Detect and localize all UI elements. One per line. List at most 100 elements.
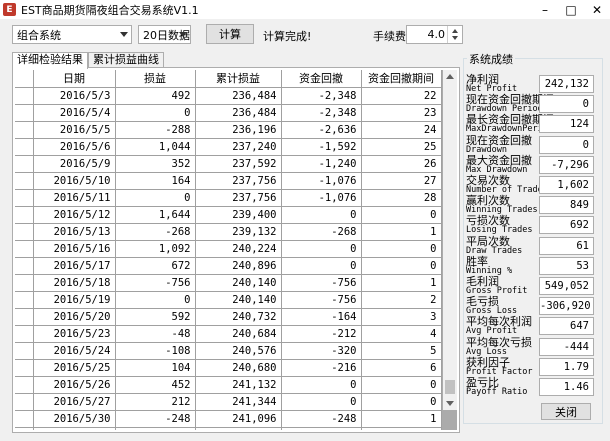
cell-dd-period[interactable]: 22 — [361, 87, 442, 105]
cell-date[interactable]: 2016/5/24 — [33, 342, 116, 360]
cell-drawdown[interactable]: 0 — [281, 393, 362, 411]
table-row[interactable]: 2016/5/30 -248 241,096 -248 1 — [15, 410, 442, 428]
cell-dd-period[interactable]: 26 — [361, 155, 442, 173]
cell-drawdown[interactable]: -2,348 — [281, 104, 362, 122]
cell-dd-period[interactable]: 1 — [361, 223, 442, 241]
cell-cum-pnl[interactable]: 241,132 — [195, 376, 282, 394]
cell-pnl[interactable]: 452 — [115, 376, 196, 394]
cell-drawdown[interactable]: -320 — [281, 342, 362, 360]
cell-date[interactable]: 2016/5/19 — [33, 291, 116, 309]
cell-pnl[interactable]: 632 — [115, 427, 196, 430]
stepper-arrows[interactable] — [447, 26, 462, 43]
row-header[interactable] — [15, 376, 34, 394]
cell-pnl[interactable]: -48 — [115, 325, 196, 343]
row-header[interactable] — [15, 342, 34, 360]
row-header[interactable] — [15, 104, 34, 122]
cell-dd-period[interactable]: 1 — [361, 274, 442, 292]
row-header[interactable] — [15, 410, 34, 428]
cell-pnl[interactable]: 164 — [115, 172, 196, 190]
cell-date[interactable]: 2016/5/30 — [33, 410, 116, 428]
cell-cum-pnl[interactable]: 237,240 — [195, 138, 282, 156]
cell-pnl[interactable]: 492 — [115, 87, 196, 105]
cell-pnl[interactable]: 0 — [115, 189, 196, 207]
column-header-date[interactable]: 日期 — [33, 70, 116, 88]
column-header-pnl[interactable]: 损益 — [115, 70, 196, 88]
cell-pnl[interactable]: -756 — [115, 274, 196, 292]
close-window-button[interactable]: ✕ — [584, 0, 610, 19]
cell-cum-pnl[interactable]: 236,484 — [195, 104, 282, 122]
cell-pnl[interactable]: -288 — [115, 121, 196, 139]
fee-stepper[interactable]: 4.0 — [406, 25, 463, 44]
cell-cum-pnl[interactable]: 237,592 — [195, 155, 282, 173]
cell-dd-period[interactable]: 1 — [361, 410, 442, 428]
cell-cum-pnl[interactable]: 240,576 — [195, 342, 282, 360]
cell-pnl[interactable]: -108 — [115, 342, 196, 360]
table-row[interactable]: 2016/5/5 -288 236,196 -2,636 24 — [15, 121, 442, 139]
cell-dd-period[interactable]: 28 — [361, 189, 442, 207]
cell-dd-period[interactable]: 0 — [361, 257, 442, 275]
maximize-button[interactable]: □ — [558, 0, 584, 19]
cell-pnl[interactable]: -248 — [115, 410, 196, 428]
cell-drawdown[interactable]: -2,636 — [281, 121, 362, 139]
cell-dd-period[interactable]: 4 — [361, 325, 442, 343]
cell-drawdown[interactable]: -756 — [281, 274, 362, 292]
cell-pnl[interactable]: 1,044 — [115, 138, 196, 156]
cell-cum-pnl[interactable]: 241,096 — [195, 410, 282, 428]
cell-dd-period[interactable]: 0 — [361, 240, 442, 258]
row-header[interactable] — [15, 427, 34, 430]
table-row[interactable]: 2016/5/31632241,72800 — [15, 427, 442, 430]
table-row[interactable]: 2016/5/11 0 237,756 -1,076 28 — [15, 189, 442, 207]
row-header[interactable] — [15, 206, 34, 224]
table-row[interactable]: 2016/5/10 164 237,756 -1,076 27 — [15, 172, 442, 190]
cell-date[interactable]: 2016/5/12 — [33, 206, 116, 224]
row-header[interactable] — [15, 359, 34, 377]
cell-dd-period[interactable]: 2 — [361, 291, 442, 309]
row-header[interactable] — [15, 155, 34, 173]
tab-pnl-curve[interactable]: 累计损益曲线 — [88, 52, 164, 68]
cell-drawdown[interactable]: -756 — [281, 291, 362, 309]
table-row[interactable]: 2016/5/18 -756 240,140 -756 1 — [15, 274, 442, 292]
cell-cum-pnl[interactable]: 237,756 — [195, 172, 282, 190]
cell-date[interactable]: 2016/5/4 — [33, 104, 116, 122]
cell-cum-pnl[interactable]: 236,196 — [195, 121, 282, 139]
results-grid[interactable]: 日期 损益 累计损益 资金回撤 资金回撤期间 2016/5/3 492 236,48… — [15, 70, 457, 430]
arrow-up-icon[interactable] — [452, 29, 458, 33]
row-header[interactable] — [15, 121, 34, 139]
cell-date[interactable]: 2016/5/6 — [33, 138, 116, 156]
cell-date[interactable]: 2016/5/16 — [33, 240, 116, 258]
cell-drawdown[interactable]: 0 — [281, 427, 362, 430]
table-row[interactable]: 2016/5/9 352 237,592 -1,240 26 — [15, 155, 442, 173]
table-row[interactable]: 2016/5/3 492 236,484 -2,348 22 — [15, 87, 442, 105]
cell-date[interactable]: 2016/5/13 — [33, 223, 116, 241]
cell-pnl[interactable]: 104 — [115, 359, 196, 377]
table-row[interactable]: 2016/5/25 104 240,680 -216 6 — [15, 359, 442, 377]
cell-date[interactable]: 2016/5/26 — [33, 376, 116, 394]
row-header[interactable] — [15, 240, 34, 258]
cell-cum-pnl[interactable]: 241,344 — [195, 393, 282, 411]
cell-dd-period[interactable]: 0 — [361, 376, 442, 394]
table-row[interactable]: 2016/5/16 1,092 240,224 0 0 — [15, 240, 442, 258]
table-row[interactable]: 2016/5/24 -108 240,576 -320 5 — [15, 342, 442, 360]
cell-date[interactable]: 2016/5/5 — [33, 121, 116, 139]
cell-cum-pnl[interactable]: 240,680 — [195, 359, 282, 377]
scroll-up-icon[interactable] — [446, 74, 454, 79]
cell-pnl[interactable]: 0 — [115, 291, 196, 309]
table-row[interactable]: 2016/5/12 1,644 239,400 0 0 — [15, 206, 442, 224]
table-row[interactable]: 2016/5/6 1,044 237,240 -1,592 25 — [15, 138, 442, 156]
cell-drawdown[interactable]: -216 — [281, 359, 362, 377]
cell-date[interactable]: 2016/5/10 — [33, 172, 116, 190]
cell-drawdown[interactable]: -248 — [281, 410, 362, 428]
column-header-drawdown[interactable]: 资金回撤 — [281, 70, 362, 88]
close-button[interactable]: 关闭 — [541, 403, 591, 420]
cell-dd-period[interactable]: 27 — [361, 172, 442, 190]
cell-date[interactable]: 2016/5/25 — [33, 359, 116, 377]
cell-dd-period[interactable]: 6 — [361, 359, 442, 377]
cell-date[interactable]: 2016/5/17 — [33, 257, 116, 275]
cell-date[interactable]: 2016/5/27 — [33, 393, 116, 411]
cell-cum-pnl[interactable]: 240,684 — [195, 325, 282, 343]
cell-dd-period[interactable]: 24 — [361, 121, 442, 139]
cell-pnl[interactable]: 672 — [115, 257, 196, 275]
table-row[interactable]: 2016/5/27 212 241,344 0 0 — [15, 393, 442, 411]
cell-date[interactable]: 2016/5/18 — [33, 274, 116, 292]
minimize-button[interactable]: – — [532, 0, 558, 19]
